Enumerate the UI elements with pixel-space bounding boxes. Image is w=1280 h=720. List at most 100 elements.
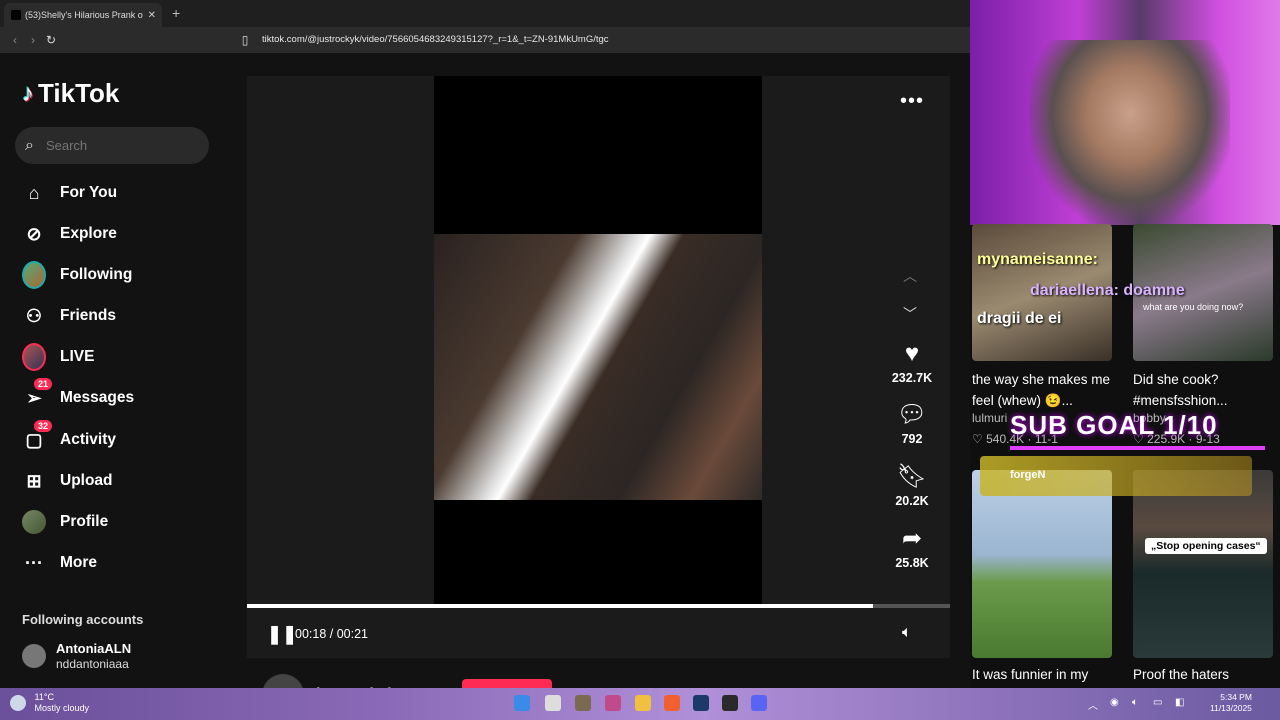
volume-icon[interactable]: 🔈︎	[902, 624, 912, 642]
browser-tab[interactable]: (53)Shelly's Hilarious Prank o ✕	[4, 3, 162, 27]
volume-tray-icon[interactable]: 🔈︎	[1132, 697, 1138, 708]
activity-icon: ▢ 32	[22, 420, 53, 452]
next-video-icon[interactable]: ﹀	[903, 304, 917, 324]
video-caption: the way she makes me feel (whew) 😉...	[972, 372, 1111, 408]
logo-text: TikTok	[38, 78, 120, 108]
previous-video-icon[interactable]: ︿	[903, 266, 917, 286]
comment-icon: 💬︎	[896, 401, 928, 428]
new-tab-button[interactable]: +	[172, 5, 180, 21]
sidebar-item-following[interactable]: Following	[22, 260, 132, 290]
clock-date: 11/13/2025	[1210, 703, 1252, 713]
like-button[interactable]: ♥ 232.7K	[886, 340, 938, 385]
account-name: AntoniaALN	[56, 641, 132, 656]
friends-icon: ⚇	[25, 305, 43, 326]
sidebar-item-label: Following	[60, 266, 133, 283]
search-input[interactable]	[43, 137, 188, 154]
bookmark-icon[interactable]: ▯	[236, 33, 254, 47]
profile-avatar	[22, 510, 46, 534]
tray-icon[interactable]: ◧	[1175, 697, 1184, 708]
back-icon[interactable]: ‹	[6, 33, 24, 47]
sidebar-item-live[interactable]: LIVE	[22, 342, 94, 372]
tiktok-note-icon: ♪	[22, 79, 34, 107]
sidebar-item-label: For You	[60, 184, 118, 201]
suggested-video[interactable]: It was funnier in my	[972, 470, 1112, 685]
alert-name: forgeN	[1010, 469, 1046, 481]
brave-browser-icon[interactable]	[664, 695, 680, 711]
sidebar-item-more[interactable]: ··· More	[22, 548, 97, 578]
following-account[interactable]: AntoniaALN nddantoniaaa	[22, 640, 131, 672]
address-bar[interactable]: tiktok.com/@justrockyk/video/75660546832…	[262, 27, 609, 53]
weather-icon	[10, 695, 26, 711]
sidebar-item-label: Upload	[60, 472, 113, 489]
thumbnail-text: what are you doing now?	[1143, 302, 1244, 312]
sidebar-item-label: Explore	[60, 225, 117, 242]
sidebar-item-for-you[interactable]: ⌂ For You	[22, 178, 118, 208]
sidebar-item-friends[interactable]: ⚇ Friends	[22, 301, 116, 331]
sub-goal-bar	[1010, 446, 1265, 450]
discord-icon[interactable]	[751, 695, 767, 711]
pause-icon[interactable]: ❚❚	[267, 624, 297, 645]
reload-icon[interactable]: ↻	[42, 33, 60, 47]
suggested-video[interactable]: Proof the haters	[1133, 470, 1273, 685]
sidebar-item-explore[interactable]: ⊘ Explore	[22, 219, 117, 249]
video-thumbnail	[972, 470, 1112, 658]
more-dots-icon: ···	[25, 552, 43, 573]
network-icon[interactable]: ◉	[1110, 697, 1119, 708]
clock-time: 5:34 PM	[1220, 692, 1252, 702]
sidebar-item-label: Activity	[60, 431, 116, 448]
live-avatar	[22, 343, 46, 371]
weather-text: Mostly cloudy	[34, 703, 90, 713]
video-caption: Did she cook? #mensfsshion...	[1133, 372, 1228, 408]
app-icon[interactable]	[575, 695, 591, 711]
steam-icon[interactable]	[693, 695, 709, 711]
sub-goal-text: SUB GOAL 1/10	[1010, 410, 1218, 440]
tab-title: (53)Shelly's Hilarious Prank o	[25, 10, 143, 20]
sidebar-item-label: Messages	[60, 389, 135, 406]
forward-icon[interactable]: ›	[24, 33, 42, 47]
home-icon: ⌂	[28, 182, 40, 203]
sidebar-item-upload[interactable]: ⊞ Upload	[22, 466, 113, 496]
video-caption: Proof the haters	[1133, 667, 1230, 682]
tray-chevron-icon[interactable]: ︿	[1088, 697, 1098, 712]
close-tab-icon[interactable]: ✕	[148, 10, 156, 21]
heart-icon: ♥	[904, 340, 920, 367]
app-icon[interactable]	[722, 695, 738, 711]
suggested-video[interactable]: Did she cook? #mensfsshion... bobby	[1133, 224, 1273, 425]
account-handle: nddantoniaaa	[56, 657, 129, 671]
progress-fill	[247, 604, 873, 608]
save-count: 20.2K	[895, 494, 929, 508]
temperature: 11°C	[34, 692, 54, 702]
app-icon[interactable]	[605, 695, 621, 711]
sidebar-item-label: Friends	[60, 307, 116, 324]
search-taskbar-icon[interactable]	[545, 695, 561, 711]
search-icon: ⌕	[25, 136, 34, 154]
video-time: 00:18 / 00:21	[295, 627, 368, 641]
weather-widget[interactable]: 11°C Mostly cloudy	[10, 692, 89, 714]
share-count: 25.8K	[895, 556, 929, 570]
sidebar-item-activity[interactable]: ▢ 32 Activity	[22, 420, 116, 455]
chat-message: dragii de ei	[977, 310, 1062, 327]
system-clock[interactable]: 5:34 PM 11/13/2025	[1210, 692, 1252, 714]
more-options-icon[interactable]: •••	[900, 90, 924, 113]
tray-icon[interactable]: ▭	[1153, 697, 1162, 708]
file-explorer-icon[interactable]	[635, 695, 651, 711]
messages-icon: ➢ 21	[22, 378, 53, 410]
bookmark-icon: 🔖︎	[896, 463, 928, 490]
comment-button[interactable]: 💬︎ 792	[886, 401, 938, 446]
share-button[interactable]: ➦ 25.8K	[886, 525, 938, 570]
video-caption: It was funnier in my	[972, 667, 1089, 682]
sidebar-item-messages[interactable]: ➢ 21 Messages	[22, 378, 135, 413]
following-accounts-heading: Following accounts	[22, 612, 144, 627]
comment-count: 792	[901, 432, 923, 446]
streamer-image	[1030, 40, 1230, 225]
search-box[interactable]: ⌕	[15, 127, 209, 164]
thumbnail-caption: „Stop opening cases“	[1145, 538, 1267, 554]
tiktok-favicon-icon	[11, 10, 21, 20]
start-icon[interactable]	[514, 695, 530, 711]
avatar	[22, 644, 46, 668]
messages-badge: 21	[34, 378, 53, 390]
tiktok-logo[interactable]: ♪ TikTok	[22, 78, 119, 109]
save-button[interactable]: 🔖︎ 20.2K	[886, 463, 938, 508]
compass-icon: ⊘	[26, 223, 42, 244]
sidebar-item-profile[interactable]: Profile	[22, 507, 108, 537]
